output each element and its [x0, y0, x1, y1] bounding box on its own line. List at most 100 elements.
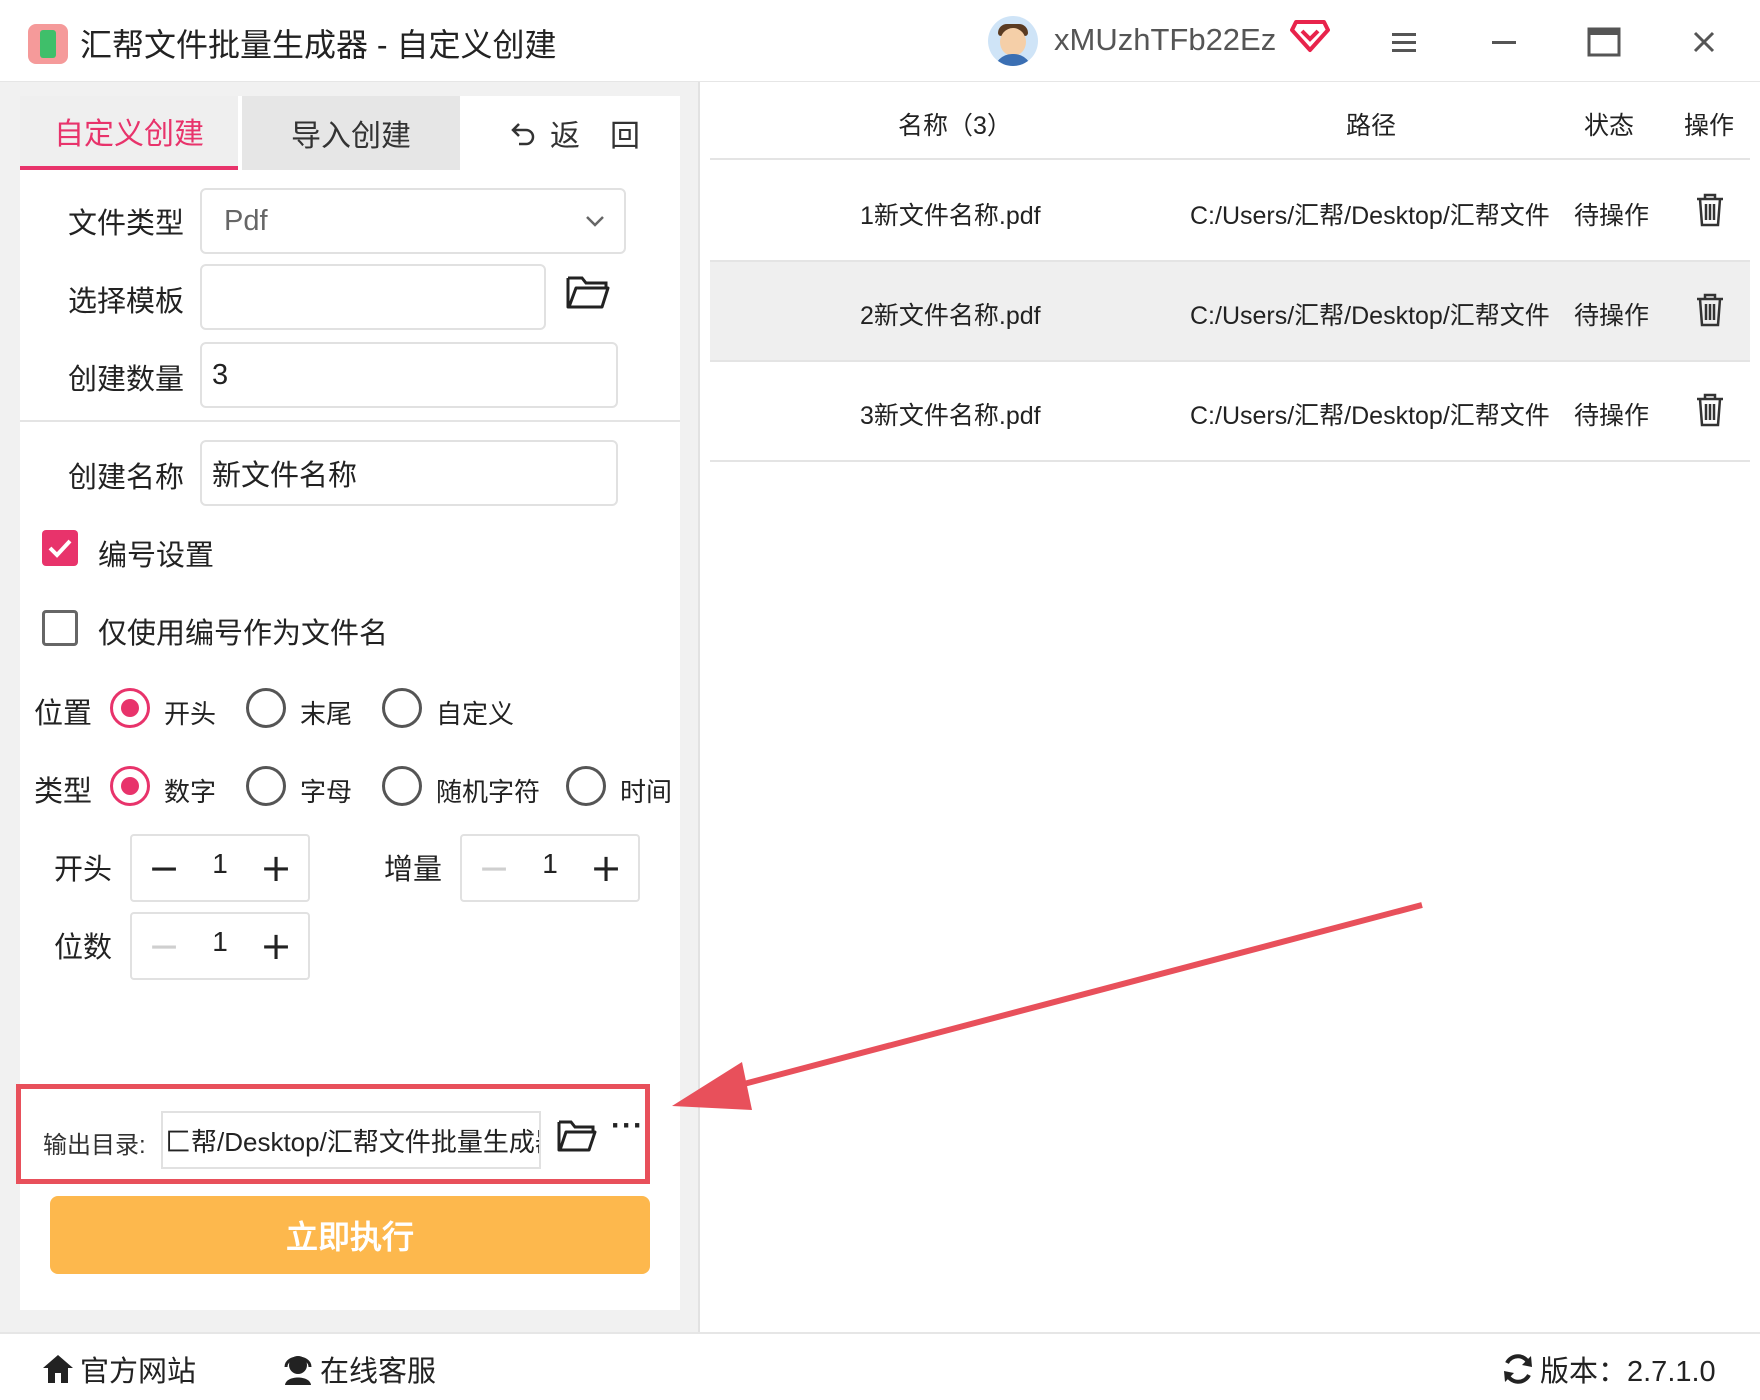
official-website-label: 官方网站 — [80, 1356, 197, 1388]
file-name-cell: 2新文件名称.pdf — [860, 302, 1041, 330]
digits-minus-button[interactable]: − — [142, 924, 186, 968]
tab-import-create[interactable]: 导入创建 — [242, 96, 460, 170]
digits-value[interactable]: 1 — [192, 926, 248, 958]
file-path-cell: C:/Users/汇帮/Desktop/汇帮文件 — [1190, 302, 1550, 330]
increment-label: 增量 — [384, 854, 443, 886]
file-type-value: Pdf — [224, 204, 268, 237]
type-option-random: 随机字符 — [436, 777, 541, 807]
column-header-path[interactable]: 路径 — [1346, 106, 1396, 142]
name-input[interactable]: 新文件名称 — [200, 440, 618, 506]
file-path-cell: C:/Users/汇帮/Desktop/汇帮文件 — [1190, 202, 1550, 230]
username-label[interactable]: xMUzhTFb22Ez — [1054, 22, 1276, 58]
type-option-letter: 字母 — [300, 777, 353, 807]
back-button[interactable]: 返 回 — [470, 96, 680, 170]
numbering-label: 编号设置 — [98, 540, 215, 572]
column-header-action[interactable]: 操作 — [1684, 106, 1734, 142]
digits-plus-button[interactable]: + — [254, 924, 298, 968]
window-title: 汇帮文件批量生成器 - 自定义创建 — [80, 27, 557, 63]
left-panel: 自定义创建 导入创建 返 回 文件类型 Pdf 选择模板 创建数量 3 创建名称… — [0, 82, 700, 1332]
online-support-label: 在线客服 — [320, 1356, 437, 1388]
output-directory-label: 输出目录: — [43, 1132, 146, 1159]
template-folder-icon[interactable] — [566, 272, 610, 310]
increment-value[interactable]: 1 — [522, 848, 578, 880]
type-radio-number[interactable] — [110, 766, 150, 806]
execute-button[interactable]: 立即执行 — [50, 1196, 650, 1274]
vip-diamond-icon[interactable] — [1290, 18, 1330, 54]
file-name-cell: 3新文件名称.pdf — [860, 402, 1041, 430]
trash-icon[interactable] — [1694, 392, 1726, 428]
home-icon — [43, 1355, 73, 1383]
digits-stepper[interactable]: − 1 + — [130, 912, 310, 980]
menu-icon[interactable] — [1382, 20, 1426, 64]
template-input[interactable] — [200, 264, 546, 330]
type-radio-time[interactable] — [566, 766, 606, 806]
position-option-custom: 自定义 — [436, 699, 515, 729]
digits-label: 位数 — [54, 932, 113, 964]
more-options-button[interactable]: ··· — [611, 1109, 644, 1143]
increment-minus-button[interactable]: − — [472, 846, 516, 890]
file-status-cell: 待操作 — [1574, 302, 1650, 330]
increment-stepper[interactable]: − 1 + — [460, 834, 640, 902]
only-number-label: 仅使用编号作为文件名 — [98, 618, 389, 650]
output-folder-icon[interactable] — [557, 1115, 597, 1155]
maximize-icon[interactable] — [1582, 20, 1626, 64]
back-button-label: 返 回 — [550, 120, 640, 153]
file-status-cell: 待操作 — [1574, 202, 1650, 230]
count-label: 创建数量 — [68, 364, 185, 396]
trash-icon[interactable] — [1694, 292, 1726, 328]
position-label: 位置 — [34, 698, 93, 730]
position-radio-end[interactable] — [246, 688, 286, 728]
official-website-link[interactable]: 官方网站 — [40, 1348, 196, 1390]
start-minus-button[interactable]: − — [142, 846, 186, 890]
online-support-link[interactable]: 在线客服 — [280, 1348, 436, 1390]
only-number-checkbox[interactable] — [42, 610, 78, 646]
file-name-cell: 1新文件名称.pdf — [860, 202, 1041, 230]
table-row[interactable]: 3新文件名称.pdf C:/Users/汇帮/Desktop/汇帮文件 待操作 — [710, 362, 1750, 462]
position-radio-custom[interactable] — [382, 688, 422, 728]
file-status-cell: 待操作 — [1574, 402, 1650, 430]
output-directory-highlight: 输出目录: 匚帮/Desktop/汇帮文件批量生成器 ··· — [16, 1084, 650, 1184]
type-radio-letter[interactable] — [246, 766, 286, 806]
template-label: 选择模板 — [68, 286, 185, 318]
app-logo-icon — [28, 24, 68, 64]
type-option-time: 时间 — [620, 777, 673, 807]
type-label: 类型 — [34, 776, 93, 808]
checkmark-icon — [48, 539, 72, 558]
increment-plus-button[interactable]: + — [584, 846, 628, 890]
version-info: 版本：2.7.1.0 — [1500, 1348, 1716, 1390]
start-stepper[interactable]: − 1 + — [130, 834, 310, 902]
status-bar: 官方网站 在线客服 版本：2.7.1.0 — [0, 1332, 1760, 1400]
start-plus-button[interactable]: + — [254, 846, 298, 890]
headset-icon — [284, 1356, 312, 1385]
position-option-end: 末尾 — [300, 699, 353, 729]
numbering-checkbox[interactable] — [42, 530, 78, 566]
trash-icon[interactable] — [1694, 192, 1726, 228]
file-type-label: 文件类型 — [68, 208, 185, 240]
type-option-number: 数字 — [164, 777, 217, 807]
start-label: 开头 — [54, 854, 113, 886]
table-row[interactable]: 2新文件名称.pdf C:/Users/汇帮/Desktop/汇帮文件 待操作 — [710, 262, 1750, 362]
name-label: 创建名称 — [68, 462, 185, 494]
file-type-select[interactable]: Pdf — [200, 188, 626, 254]
back-arrow-icon — [511, 123, 535, 146]
refresh-icon — [1504, 1354, 1532, 1384]
tab-custom-create[interactable]: 自定义创建 — [20, 96, 238, 170]
count-input[interactable]: 3 — [200, 342, 618, 408]
type-radio-random[interactable] — [382, 766, 422, 806]
column-header-status[interactable]: 状态 — [1584, 106, 1634, 142]
column-header-name[interactable]: 名称（3） — [898, 106, 1012, 142]
position-radio-start[interactable] — [110, 688, 150, 728]
minimize-icon[interactable] — [1482, 20, 1526, 64]
table-header: 名称（3） 路径 状态 操作 — [710, 82, 1750, 160]
table-row[interactable]: 1新文件名称.pdf C:/Users/汇帮/Desktop/汇帮文件 待操作 — [710, 162, 1750, 262]
position-option-start: 开头 — [164, 699, 217, 729]
file-path-cell: C:/Users/汇帮/Desktop/汇帮文件 — [1190, 402, 1550, 430]
title-bar: 汇帮文件批量生成器 - 自定义创建 xMUzhTFb22Ez — [0, 0, 1760, 82]
avatar[interactable] — [988, 16, 1038, 66]
divider — [20, 420, 680, 422]
output-directory-input[interactable]: 匚帮/Desktop/汇帮文件批量生成器 — [161, 1111, 541, 1169]
version-label: 版本：2.7.1.0 — [1540, 1356, 1716, 1388]
close-icon[interactable] — [1682, 20, 1726, 64]
start-value[interactable]: 1 — [192, 848, 248, 880]
chevron-down-icon — [586, 216, 604, 227]
